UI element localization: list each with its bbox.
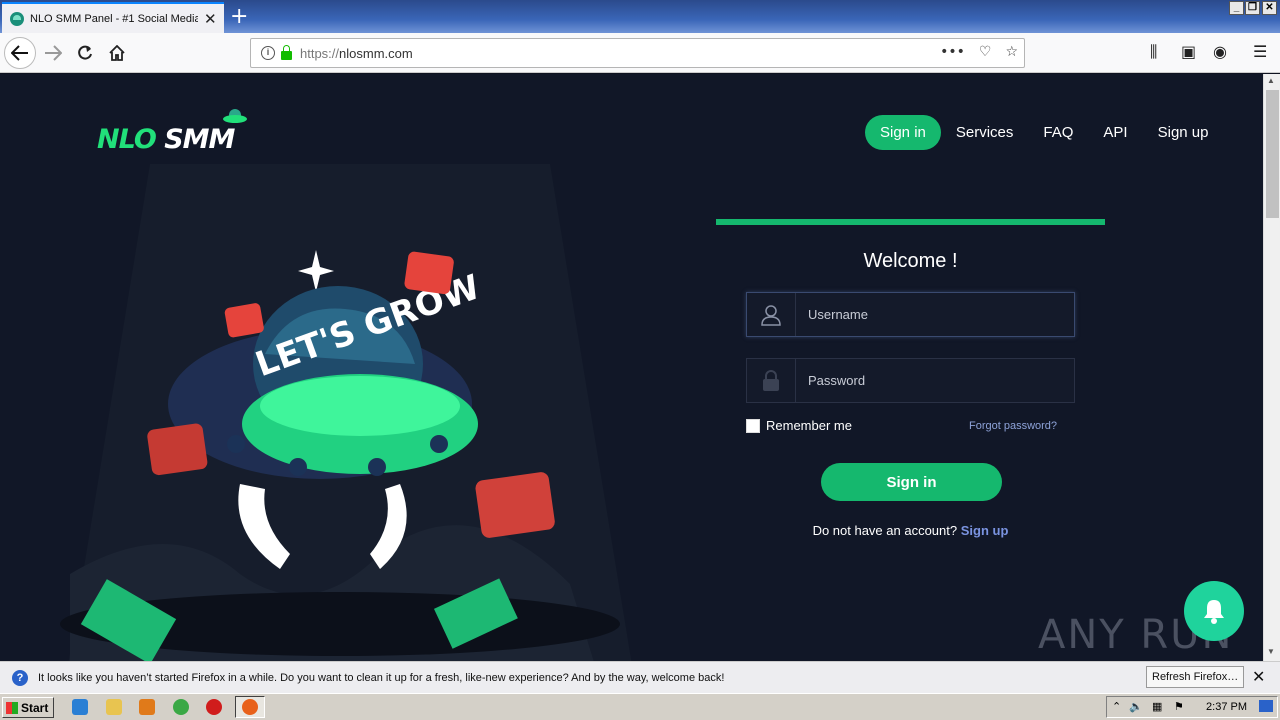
pocket-icon[interactable]: ♡	[979, 44, 992, 60]
user-bubble-icon	[404, 251, 454, 295]
browser-titlebar: NLO SMM Panel - #1 Social Media ✕ + _ ❐ …	[0, 0, 1280, 33]
chrome-icon[interactable]	[173, 699, 189, 715]
site-logo[interactable]: NLO SMM	[97, 124, 235, 155]
opera-icon[interactable]	[206, 699, 222, 715]
page-content: NLO SMM Sign in Services FAQ API Sign up…	[0, 74, 1263, 661]
no-account-text: Do not have an account? Sign up	[716, 523, 1105, 538]
start-button[interactable]: Start	[2, 697, 54, 718]
menu-icon[interactable]: ☰	[1253, 42, 1267, 61]
hero-illustration: LET'S GROW	[60, 164, 632, 661]
forgot-password-link[interactable]: Forgot password?	[969, 420, 1057, 432]
signup-link[interactable]: Sign up	[961, 523, 1009, 538]
arrow-right-icon	[45, 45, 62, 61]
notification-close-icon[interactable]: ✕	[1252, 667, 1265, 687]
forward-button[interactable]	[38, 38, 68, 68]
bookmark-star-icon[interactable]: ☆	[1005, 44, 1018, 60]
url-text[interactable]: https://nlosmm.com	[300, 46, 413, 61]
form-accent-bar	[716, 219, 1105, 225]
logo-text-nlo: NLO	[97, 124, 157, 155]
notification-bell-button[interactable]	[1184, 581, 1244, 641]
password-field[interactable]	[746, 358, 1075, 403]
account-icon[interactable]: ◉	[1213, 42, 1227, 61]
scroll-up-icon[interactable]: ▲	[1267, 76, 1275, 85]
network-icon[interactable]: ▦	[1152, 700, 1162, 713]
home-button[interactable]	[102, 38, 132, 68]
no-account-label: Do not have an account?	[812, 523, 958, 538]
scroll-down-icon[interactable]: ▼	[1267, 647, 1275, 656]
new-tab-button[interactable]: +	[230, 4, 248, 29]
firefox-notification-bar: ? It looks like you haven’t started Fire…	[0, 661, 1280, 693]
tab-close-icon[interactable]: ✕	[204, 10, 217, 28]
media-player-icon[interactable]	[139, 699, 155, 715]
explorer-icon[interactable]	[106, 699, 122, 715]
nav-services[interactable]: Services	[956, 124, 1014, 141]
tray-expand-icon[interactable]: ⌃	[1112, 700, 1121, 713]
restore-button[interactable]: ❐	[1245, 1, 1260, 15]
heart-bubble-icon	[147, 423, 208, 476]
window-close-button[interactable]: ✕	[1262, 1, 1277, 15]
password-input[interactable]	[796, 359, 1074, 402]
nav-signin[interactable]: Sign in	[865, 115, 941, 150]
page-scrollbar[interactable]: ▲ ▼	[1263, 74, 1280, 661]
start-label: Start	[21, 700, 49, 715]
firefox-taskbar-button[interactable]	[235, 696, 265, 718]
address-bar[interactable]: i https://nlosmm.com ••• ♡ ☆	[250, 38, 1025, 68]
info-icon[interactable]: i	[261, 46, 275, 60]
help-icon: ?	[12, 669, 28, 686]
library-icon[interactable]: ⫼	[1150, 42, 1157, 62]
logo-text-smm: SMM	[164, 124, 235, 155]
username-input[interactable]	[796, 293, 1074, 336]
username-field[interactable]	[746, 292, 1075, 337]
home-icon	[109, 45, 125, 61]
notification-message: It looks like you haven’t started Firefo…	[38, 671, 725, 684]
arrow-left-icon	[11, 45, 28, 61]
show-desktop-icon[interactable]	[1259, 700, 1273, 712]
page-actions-icon[interactable]: •••	[940, 44, 965, 60]
url-host: nlosmm.com	[339, 45, 413, 61]
firefox-icon	[242, 699, 258, 715]
windows-taskbar: Start ⌃ 🔈 ▦ ⚑ 2:37 PM	[0, 693, 1280, 720]
user-icon	[747, 293, 796, 336]
browser-tab[interactable]: NLO SMM Panel - #1 Social Media ✕	[2, 2, 224, 33]
heart-bubble-icon-2	[475, 472, 555, 538]
tab-title: NLO SMM Panel - #1 Social Media	[30, 12, 198, 25]
lock-icon	[747, 359, 796, 402]
user-bubble-icon-2	[224, 303, 264, 338]
remember-me[interactable]: Remember me	[746, 418, 852, 433]
flag-icon[interactable]: ⚑	[1174, 700, 1184, 713]
refresh-firefox-button[interactable]: Refresh Firefox…	[1146, 666, 1245, 688]
nav-signup[interactable]: Sign up	[1158, 124, 1209, 141]
sidebar-icon[interactable]: ▣	[1181, 42, 1196, 61]
scrollbar-thumb[interactable]	[1266, 90, 1279, 218]
site-favicon-icon	[10, 11, 24, 26]
remember-label: Remember me	[766, 418, 852, 433]
bell-icon	[1204, 600, 1224, 624]
ie-icon[interactable]	[72, 699, 88, 715]
nav-api[interactable]: API	[1103, 124, 1127, 141]
welcome-heading: Welcome !	[863, 250, 958, 272]
site-nav: Sign in Services FAQ API Sign up	[865, 115, 1208, 150]
signin-submit-button[interactable]: Sign in	[821, 463, 1002, 501]
url-scheme: https://	[300, 45, 340, 61]
reload-button[interactable]	[70, 38, 100, 68]
remember-checkbox[interactable]	[746, 418, 760, 433]
windows-logo-icon	[6, 701, 18, 714]
reload-icon	[78, 45, 92, 60]
nav-faq[interactable]: FAQ	[1043, 124, 1073, 141]
browser-navbar: i https://nlosmm.com ••• ♡ ☆ ⫼ ▣ ◉ ☰	[0, 33, 1280, 73]
clock: 2:37 PM	[1206, 701, 1247, 713]
system-tray: ⌃ 🔈 ▦ ⚑ 2:37 PM	[1106, 696, 1278, 718]
lock-icon[interactable]	[281, 44, 292, 60]
volume-icon[interactable]: 🔈	[1129, 700, 1143, 713]
minimize-button[interactable]: _	[1229, 1, 1244, 15]
back-button[interactable]	[4, 37, 36, 69]
